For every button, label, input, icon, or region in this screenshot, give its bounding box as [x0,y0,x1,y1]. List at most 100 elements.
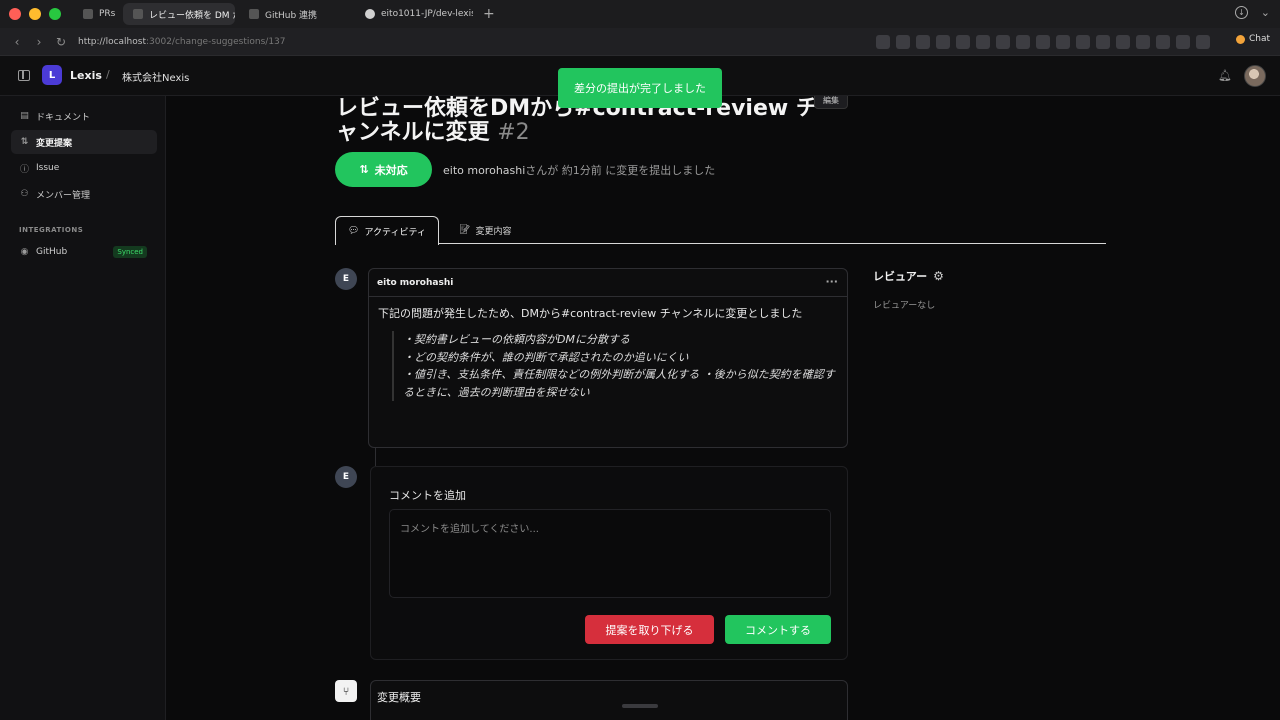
extension-icon[interactable] [916,35,930,49]
sidebar-item-members[interactable]: ⚇ メンバー管理 [11,182,157,206]
status-meta: eito morohashiさんが 約1分前 に変更を提出しました [443,162,715,178]
extensions-toolbar [876,35,1210,49]
browser-tab-label: PRs [99,9,116,19]
extension-icon[interactable] [996,35,1010,49]
comment-body: 下記の問題が発生したため、DMから#contract-review チャンネルに… [369,297,847,409]
back-icon[interactable]: ‹ [6,35,28,49]
organization-name[interactable]: 株式会社Nexis [122,69,189,84]
current-user-avatar: E [335,466,357,488]
reload-icon[interactable]: ↻ [50,35,72,49]
thread-connector [375,448,376,466]
bell-icon[interactable]: 🔔︎ [1218,69,1232,82]
chat-button[interactable]: Chat [1235,34,1270,44]
github-icon: ◉ [20,247,29,257]
user-avatar[interactable] [1244,65,1266,87]
forward-icon[interactable]: › [28,35,50,49]
change-summary-title: 変更概要 [377,691,421,704]
extension-icon[interactable] [1016,35,1030,49]
comment-input[interactable]: コメントを追加してください... [389,509,831,598]
sidebar-item-issue[interactable]: ⓘ Issue [11,156,157,180]
gear-icon[interactable]: ⚙︎ [933,269,944,283]
sidebar-toggle-icon[interactable] [18,70,30,81]
tab-favicon-icon [133,9,143,19]
main-content: レビュー依頼をDMから#contract-review チ ャンネルに変更 #2… [166,96,1280,720]
chat-label: Chat [1248,34,1270,44]
comment-text: 下記の問題が発生したため、DMから#contract-review チャンネルに… [378,307,803,320]
extension-icon[interactable] [1116,35,1130,49]
add-comment-card: コメントを追加 コメントを追加してください... 提案を取り下げる コメントする [370,466,848,660]
extension-icon[interactable] [896,35,910,49]
suggestion-number: #2 [497,120,530,145]
zoom-window-button[interactable] [49,8,61,20]
avatar-letter: E [342,472,350,482]
breadcrumb-separator: / [106,68,110,81]
submit-comment-button[interactable]: コメントする [725,615,831,644]
browser-tab-strip: PRs レビュー依頼を DM から# GitHub 連携 eito1011-JP… [0,0,1280,28]
sidebar-item-github[interactable]: ◉ GitHub Synced [11,240,157,264]
address-bar: ‹ › ↻ http://localhost:3002/change-sugge… [0,28,1280,56]
quote-line: ・値引き、支払条件、責任制限などの例外判断が属人化する ・後から似た契約を確認す… [403,368,835,399]
browser-tab-github-integration[interactable]: GitHub 連携 [239,3,351,25]
synced-badge: Synced [113,246,147,258]
pull-request-icon: ⇅ [359,163,369,176]
minimize-window-button[interactable] [29,8,41,20]
tab-favicon-icon [249,9,259,19]
reviewers-empty: レビュアーなし [873,301,936,311]
memo-icon: 📝︎ [459,225,471,235]
status-badge[interactable]: ⇅ 未対応 [335,152,432,187]
extension-icon[interactable] [1076,35,1090,49]
extension-icon[interactable] [1036,35,1050,49]
sidebar-item-documents[interactable]: ▤ ドキュメント [11,104,157,128]
pull-request-icon: ⇅ [20,137,29,147]
page-title-text: ャンネルに変更 [336,120,490,145]
extension-icon[interactable] [1196,35,1210,49]
extension-icon[interactable] [976,35,990,49]
extension-icon[interactable] [936,35,950,49]
extension-icon[interactable] [1096,35,1110,49]
extension-icon[interactable] [1176,35,1190,49]
comment-header: eito morohashi ··· [369,269,847,297]
app-logo[interactable]: L [42,65,62,85]
speech-bubble-icon: 💬︎ [348,226,360,236]
url-path: :3002/change-suggestions/137 [145,36,286,47]
tab-changes[interactable]: 📝︎ 変更内容 [447,216,523,244]
browser-tab-repo[interactable]: eito1011-JP/dev-lexis [355,3,473,25]
status-label: 未対応 [374,163,408,177]
quote-line: ・どの契約条件が、誰の判断で承認されたのか追いにくい [403,350,689,364]
comment-card: eito morohashi ··· 下記の問題が発生したため、DMから#con… [368,268,848,448]
chevron-down-icon[interactable]: ⌄ [1261,6,1270,19]
new-tab-icon[interactable]: + [483,6,495,22]
users-icon: ⚇ [20,189,29,199]
author-name: eito morohashi [443,164,526,177]
tab-label: アクティビティ [364,227,426,238]
more-options-icon[interactable]: ··· [825,275,838,288]
extension-icon[interactable] [956,35,970,49]
url-host: http://localhost [78,36,146,47]
sidebar: ▤ ドキュメント ⇅ 変更提案 ⓘ Issue ⚇ メンバー管理 INTEGRA… [0,96,166,720]
withdraw-suggestion-button[interactable]: 提案を取り下げる [585,615,714,644]
scroll-handle[interactable] [622,704,658,708]
chat-icon [1235,34,1245,44]
download-icon[interactable]: ↓ [1235,6,1248,19]
sidebar-item-change-suggestions[interactable]: ⇅ 変更提案 [11,130,157,154]
extension-icon[interactable] [1136,35,1150,49]
tab-activity[interactable]: 💬︎ アクティビティ [335,216,439,245]
sidebar-item-label: ドキュメント [36,112,91,123]
edit-button[interactable]: 編集 [814,96,848,109]
browser-tab-prs[interactable]: PRs [73,3,119,25]
reviewers-header: レビュアー ⚙︎ [873,268,944,284]
quote-line: ・契約書レビューの依頼内容がDMに分散する [403,333,630,346]
submission-time: さんが 約1分前 に変更を提出しました [525,164,716,177]
page-title-continued: ャンネルに変更 #2 [336,114,530,146]
browser-tab-active[interactable]: レビュー依頼を DM から# [123,3,235,25]
close-window-button[interactable] [9,8,21,20]
extension-icon[interactable] [1056,35,1070,49]
url-field[interactable]: http://localhost:3002/change-suggestions… [78,37,286,47]
extension-icon[interactable] [1156,35,1170,49]
brand-name[interactable]: Lexis [70,69,102,82]
extension-icon[interactable] [876,35,890,49]
logo-letter: L [48,69,56,81]
comment-quote: ・契約書レビューの依頼内容がDMに分散する ・どの契約条件が、誰の判断で承認され… [392,331,838,401]
sidebar-item-label: 変更提案 [36,138,73,149]
comment-author: eito morohashi [377,277,454,288]
